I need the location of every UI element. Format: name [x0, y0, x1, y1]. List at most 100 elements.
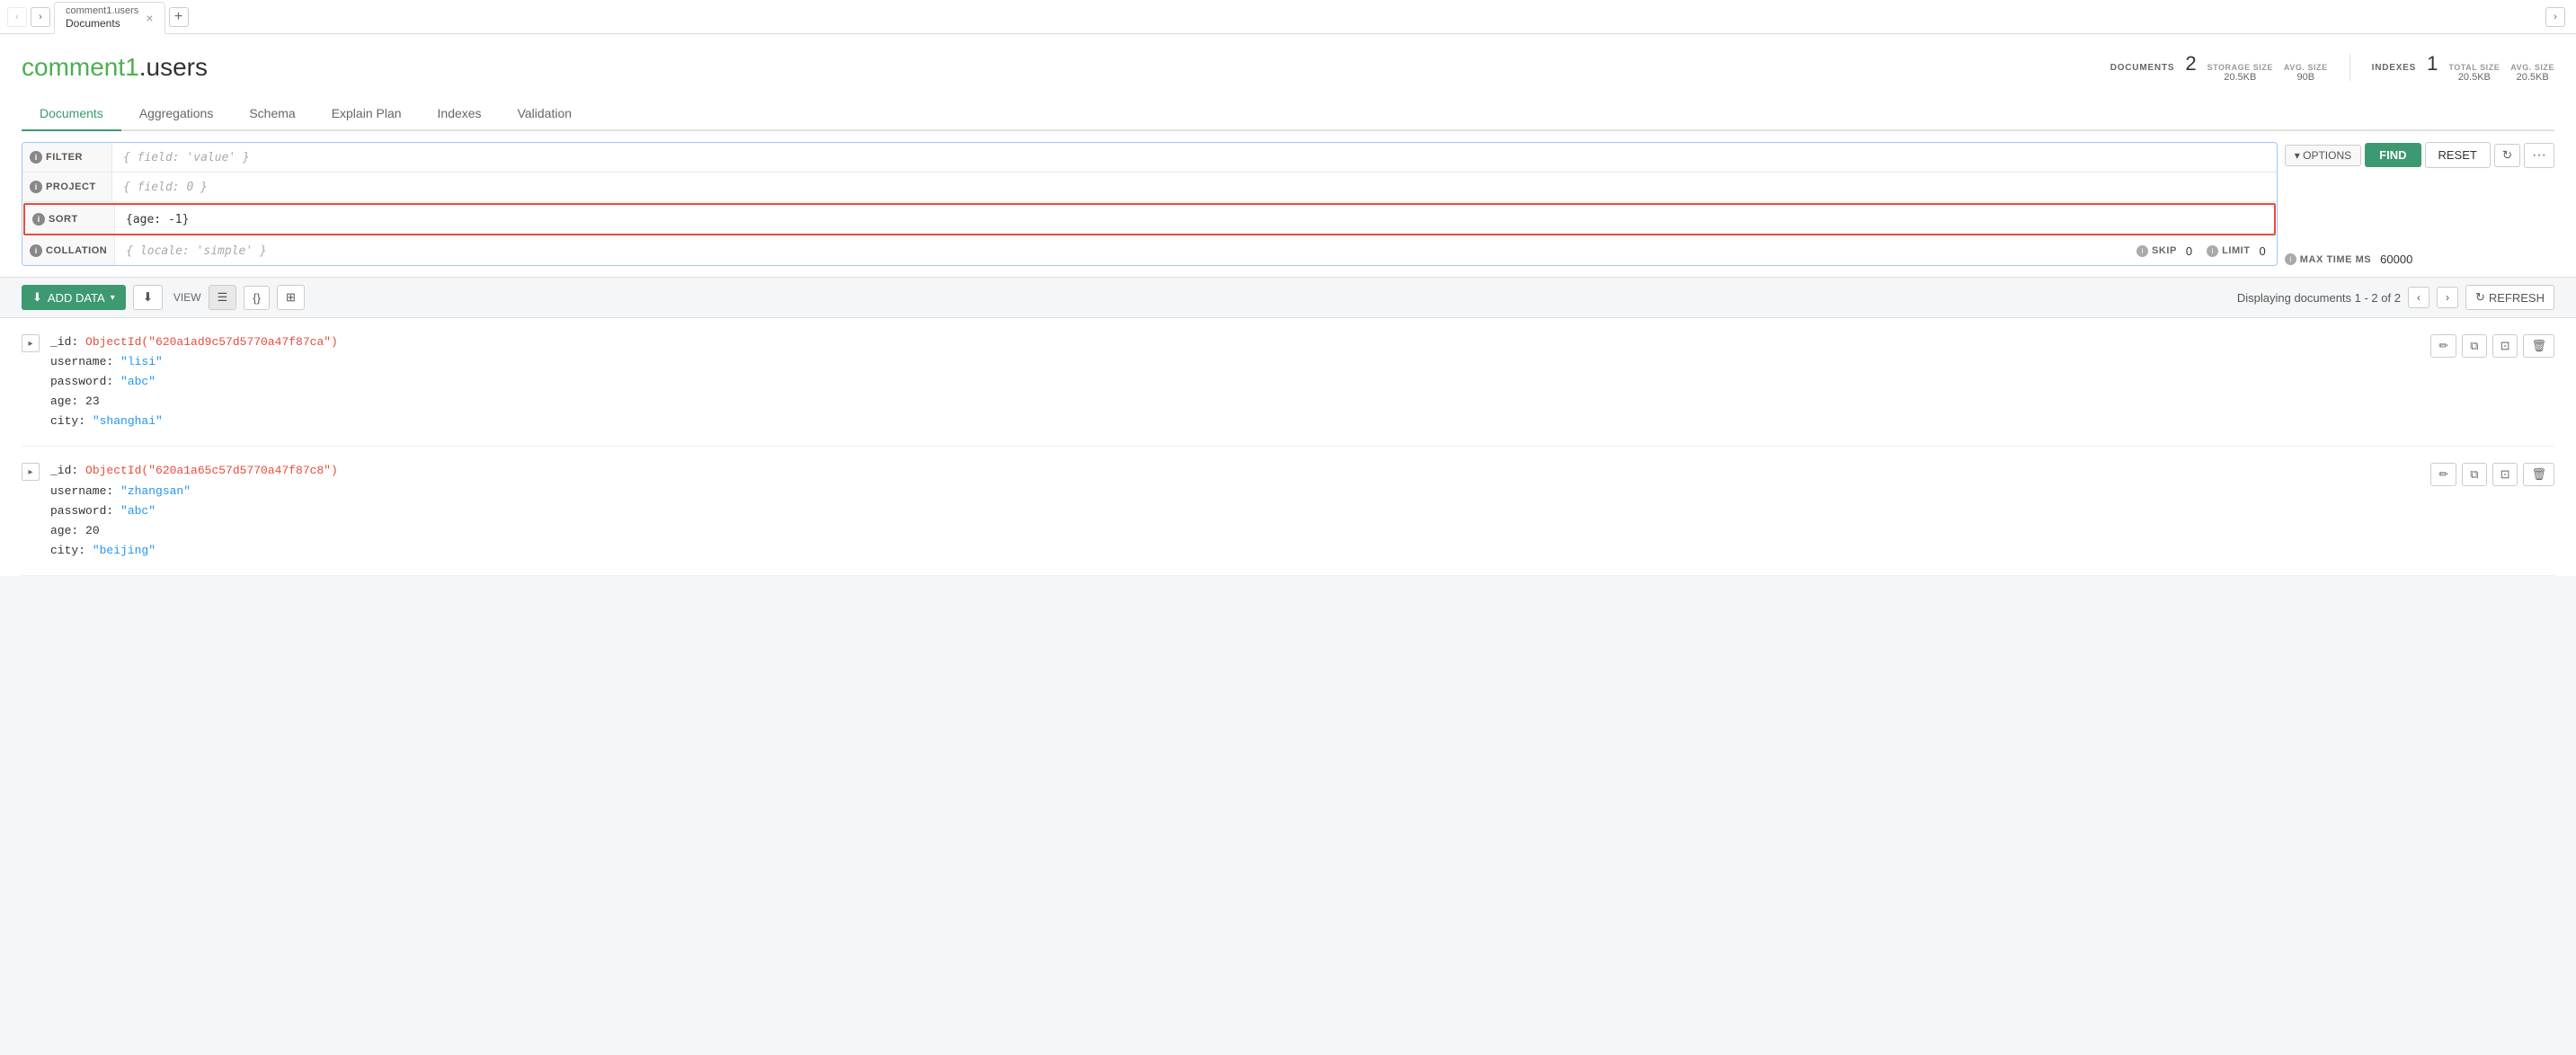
page-prev-button[interactable]: ‹	[2408, 287, 2429, 308]
doc-actions: ✏ ⧉ ⊡ 🗑	[2430, 332, 2554, 358]
tab-bar: ‹ › comment1.users Documents × + ›	[0, 0, 2576, 34]
doc-content: _id: ObjectId("620a1ad9c57d5770a47f87ca"…	[50, 332, 2420, 431]
tab-indexes[interactable]: Indexes	[420, 97, 500, 131]
query-action-panel: ▾ OPTIONS FIND RESET ↻ ··· i MAX TIME MS…	[2285, 142, 2554, 266]
project-icon: i	[30, 181, 42, 193]
collection-name: users	[147, 53, 208, 81]
tab-schema[interactable]: Schema	[231, 97, 313, 131]
collation-input[interactable]: { locale: 'simple' }	[115, 241, 2126, 262]
max-time-value: 60000	[2380, 253, 2412, 266]
doc-field-username: username: "lisi"	[50, 352, 2420, 372]
total-size-label: TOTAL SIZE	[2448, 63, 2500, 72]
table-row: ▸ _id: ObjectId("620a1a65c57d5770a47f87c…	[22, 447, 2554, 575]
project-input[interactable]: { field: 0 }	[112, 177, 2277, 198]
tab-documents[interactable]: Documents	[22, 97, 121, 131]
toolbar-right: Displaying documents 1 - 2 of 2 ‹ › ↻ RE…	[312, 285, 2554, 310]
filter-label-group: i FILTER	[22, 143, 112, 172]
limit-value: 0	[2260, 244, 2266, 258]
sort-input[interactable]: {age: -1}	[115, 209, 2274, 230]
doc-clone-button[interactable]: ⊡	[2492, 334, 2518, 358]
find-button[interactable]: FIND	[2365, 143, 2421, 167]
doc-field-age: age: 23	[50, 392, 2420, 412]
indexes-stat-label: INDEXES	[2372, 63, 2417, 73]
total-size-value: 20.5KB	[2458, 72, 2491, 83]
sort-label-group: i SORT	[25, 205, 115, 234]
history-button[interactable]: ↻	[2494, 144, 2520, 167]
avg-size-stat: AVG. SIZE 90B	[2284, 63, 2328, 83]
doc-copy-button[interactable]: ⧉	[2462, 334, 2486, 358]
doc-edit-button[interactable]: ✏	[2430, 463, 2456, 486]
tab-aggregations[interactable]: Aggregations	[121, 97, 232, 131]
stats-bar: DOCUMENTS 2 STORAGE SIZE 20.5KB AVG. SIZ…	[2110, 52, 2554, 83]
query-top-actions: ▾ OPTIONS FIND RESET ↻ ···	[2285, 142, 2554, 168]
reset-button[interactable]: RESET	[2425, 142, 2491, 168]
indexes-avg-stat: AVG. SIZE 20.5KB	[2510, 63, 2554, 83]
more-options-button[interactable]: ···	[2524, 143, 2554, 168]
tab-nav-right-button[interactable]: ›	[2545, 7, 2565, 27]
doc-expand-button[interactable]: ▸	[22, 463, 40, 481]
collation-label-group: i COLLATION	[22, 236, 115, 265]
new-tab-button[interactable]: +	[169, 7, 189, 27]
skip-group: i SKIP 0	[2136, 244, 2192, 258]
doc-field-password: password: "abc"	[50, 501, 2420, 521]
active-tab[interactable]: comment1.users Documents ×	[54, 2, 165, 34]
add-data-button[interactable]: ⬇ ADD DATA ▾	[22, 285, 126, 310]
add-data-label: ADD DATA	[48, 291, 105, 305]
list-view-button[interactable]: ☰	[209, 285, 237, 310]
doc-field-password: password: "abc"	[50, 372, 2420, 392]
json-view-button[interactable]: {}	[244, 286, 270, 310]
avg-size-value: 90B	[2296, 72, 2314, 83]
collation-label: COLLATION	[46, 245, 107, 256]
tab-explain-plan[interactable]: Explain Plan	[314, 97, 420, 131]
max-time-icon: i	[2285, 253, 2296, 265]
tab-validation[interactable]: Validation	[500, 97, 590, 131]
doc-delete-button[interactable]: 🗑	[2523, 463, 2554, 486]
dropdown-arrow-icon: ▾	[111, 293, 115, 303]
skip-value: 0	[2186, 244, 2192, 258]
sort-label: SORT	[49, 214, 78, 225]
project-row: i PROJECT { field: 0 }	[22, 173, 2277, 202]
documents-stat: DOCUMENTS 2 STORAGE SIZE 20.5KB AVG. SIZ…	[2110, 52, 2328, 83]
doc-field-city: city: "beijing"	[50, 541, 2420, 561]
page-next-button[interactable]: ›	[2437, 287, 2458, 308]
doc-field-age: age: 20	[50, 521, 2420, 541]
max-time-group: i MAX TIME MS 60000	[2285, 253, 2413, 266]
project-placeholder: { field: 0 }	[123, 181, 208, 194]
doc-delete-button[interactable]: 🗑	[2523, 334, 2554, 358]
query-bar: i FILTER { field: 'value' } i PROJECT { …	[22, 142, 2278, 266]
limit-label: LIMIT	[2222, 245, 2250, 256]
avg-size-label: AVG. SIZE	[2284, 63, 2328, 72]
doc-field-username: username: "zhangsan"	[50, 482, 2420, 501]
refresh-button[interactable]: ↻ REFRESH	[2465, 285, 2554, 310]
filter-placeholder: { field: 'value' }	[123, 151, 250, 164]
doc-edit-button[interactable]: ✏	[2430, 334, 2456, 358]
toolbar: ⬇ ADD DATA ▾ ⬇ VIEW ☰ {} ⊞ Displaying do…	[0, 278, 2576, 318]
doc-expand-button[interactable]: ▸	[22, 334, 40, 352]
sort-icon: i	[32, 213, 45, 226]
table-view-button[interactable]: ⊞	[277, 285, 305, 310]
nav-tabs: Documents Aggregations Schema Explain Pl…	[22, 97, 2554, 131]
refresh-icon: ↻	[2475, 290, 2485, 305]
db-name: comment1	[22, 53, 139, 81]
main-content: comment1.users DOCUMENTS 2 STORAGE SIZE …	[0, 34, 2576, 131]
tab-back-button[interactable]: ‹	[7, 7, 27, 27]
collation-icon: i	[30, 244, 42, 257]
collection-header: comment1.users DOCUMENTS 2 STORAGE SIZE …	[22, 52, 2554, 83]
doc-field-city: city: "shanghai"	[50, 412, 2420, 431]
collection-title: comment1.users	[22, 53, 208, 82]
tab-forward-button[interactable]: ›	[31, 7, 50, 27]
filter-input[interactable]: { field: 'value' }	[112, 147, 2277, 168]
sort-row: i SORT {age: -1}	[23, 203, 2276, 235]
indexes-avg-value: 20.5KB	[2517, 72, 2549, 83]
doc-clone-button[interactable]: ⊡	[2492, 463, 2518, 486]
tab-close-button[interactable]: ×	[146, 12, 153, 24]
export-button[interactable]: ⬇	[133, 285, 163, 310]
project-label-group: i PROJECT	[22, 173, 112, 201]
stat-divider	[2349, 54, 2350, 81]
doc-copy-button[interactable]: ⧉	[2462, 463, 2486, 486]
skip-label: SKIP	[2152, 245, 2177, 256]
collation-placeholder: { locale: 'simple' }	[126, 244, 267, 258]
collation-row: i COLLATION { locale: 'simple' } i SKIP …	[22, 236, 2277, 265]
indexes-avg-label: AVG. SIZE	[2510, 63, 2554, 72]
options-button[interactable]: ▾ OPTIONS	[2285, 145, 2361, 166]
